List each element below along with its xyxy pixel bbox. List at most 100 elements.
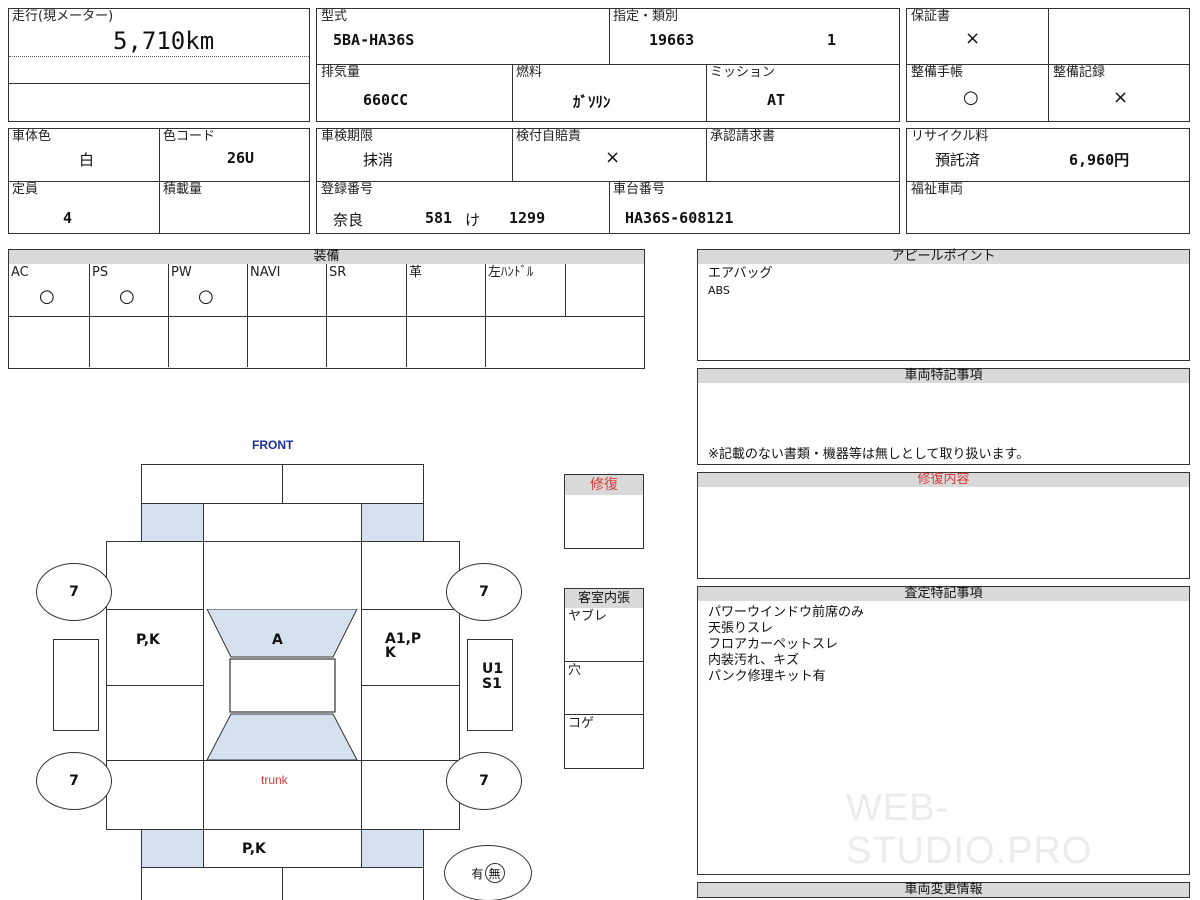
registration-kana: け xyxy=(465,211,481,229)
maint-book-label: 整備手帳 xyxy=(911,65,964,80)
equipment-table: AC ○ PS ○ PW ○ NAVI SR 革 左ﾊﾝﾄﾞﾙ xyxy=(8,264,645,369)
assessment-line-1: パワーウインドウ前席のみ xyxy=(708,605,865,620)
vehicle-notes-text: ※記載のない書類・機器等は無しとして取り扱います。 xyxy=(708,447,1030,462)
color-code-label: 色コード xyxy=(163,129,216,144)
tire-rear-left: 7 xyxy=(36,752,112,810)
fuel-value: ｶﾞｿﾘﾝ xyxy=(573,93,611,111)
equip-sr-label: SR xyxy=(329,265,347,280)
body-color-value: 白 xyxy=(79,151,95,169)
chassis-value: HA36S-608121 xyxy=(625,209,734,227)
repair-details-header: 修復内容 xyxy=(697,472,1190,488)
equip-ac-mark: ○ xyxy=(39,286,55,307)
recycle-amount: 6,960円 xyxy=(1069,151,1130,169)
rear-window xyxy=(206,713,358,761)
roof xyxy=(229,658,336,713)
change-info-header: 車両変更情報 xyxy=(697,882,1190,898)
vehicle-notes-panel: ※記載のない書類・機器等は無しとして取り扱います。 xyxy=(697,383,1190,465)
equipment-header: 装備 xyxy=(8,249,645,265)
maint-record-value: × xyxy=(1113,87,1129,108)
inspection-value: 抹消 xyxy=(363,151,394,169)
tire-front-right: 7 xyxy=(446,563,522,621)
appeal-panel: エアバッグ ABS xyxy=(697,264,1190,361)
displacement-value: 660CC xyxy=(363,91,409,109)
capacity-value: 4 xyxy=(63,209,73,227)
code-right-glass-2: S1 xyxy=(482,676,502,692)
equip-ps-mark: ○ xyxy=(119,286,135,307)
watermark: WEB-STUDIO.PRO xyxy=(846,787,1093,872)
appeal-line-1: エアバッグ xyxy=(708,266,773,281)
equip-pw-mark: ○ xyxy=(198,286,214,307)
load-label: 積載量 xyxy=(163,182,203,197)
interior-row-1: ヤブレ xyxy=(568,609,608,624)
repair-box xyxy=(564,495,644,549)
left-side-glass xyxy=(53,639,99,731)
code-left-door: P,K xyxy=(136,632,160,648)
code-right-door: A1,P K xyxy=(385,631,422,661)
appeal-header: アピールポイント xyxy=(697,249,1190,265)
inspection-label: 車検期限 xyxy=(321,129,374,144)
equip-ps-label: PS xyxy=(92,265,109,280)
hood xyxy=(203,503,362,542)
chassis-label: 車台番号 xyxy=(613,182,666,197)
interior-row-3: コゲ xyxy=(568,716,595,731)
rear-right-light xyxy=(361,829,424,868)
displacement-label: 排気量 xyxy=(321,65,361,80)
designation-label: 指定・類別 xyxy=(613,9,679,24)
interior-table: ヤブレ 穴 コゲ xyxy=(564,608,644,769)
interior-row-2: 穴 xyxy=(568,663,582,678)
equip-lhd-label: 左ﾊﾝﾄﾞﾙ xyxy=(488,265,534,280)
inspection-box: 車検期限 抹消 検付自賠責 × 承認請求書 登録番号 奈良 581 け 1299… xyxy=(316,128,900,234)
mileage-value: 5,710km xyxy=(113,27,215,55)
equip-leather-label: 革 xyxy=(409,265,423,280)
color-box: 車体色 白 色コード 26U 定員 4 積載量 xyxy=(8,128,310,234)
tire-rear-right: 7 xyxy=(446,752,522,810)
approval-label: 承認請求書 xyxy=(710,129,776,144)
assessment-panel: パワーウインドウ前席のみ 天張りスレ フロアカーペットスレ 内装汚れ、キズ パン… xyxy=(697,601,1190,875)
equip-pw-label: PW xyxy=(171,265,192,280)
mileage-label: 走行(現メーター) xyxy=(12,9,114,24)
repair-details-panel xyxy=(697,487,1190,579)
registration-class: 581 xyxy=(425,209,453,227)
model-box: 型式 5BA-HA36S 指定・類別 19663 1 排気量 660CC 燃料 … xyxy=(316,8,900,122)
assessment-header: 査定特記事項 xyxy=(697,586,1190,602)
tire-front-left: 7 xyxy=(36,563,112,621)
code-right-glass-1: U1 xyxy=(482,661,504,677)
front-bumper xyxy=(141,464,424,504)
front-label: FRONT xyxy=(252,438,294,452)
registration-area: 奈良 xyxy=(333,211,364,229)
maint-book-value: ○ xyxy=(963,87,979,108)
rear-left-light xyxy=(141,829,204,868)
recycle-box: リサイクル料 預託済 6,960円 福祉車両 xyxy=(906,128,1190,234)
presence-yes: 有 xyxy=(471,866,484,881)
rear-bumper xyxy=(141,867,424,900)
capacity-label: 定員 xyxy=(12,182,39,197)
registration-label: 登録番号 xyxy=(321,182,374,197)
model-label: 型式 xyxy=(321,9,348,24)
front-right-light xyxy=(361,503,424,542)
front-left-light xyxy=(141,503,204,542)
designation-value-2: 1 xyxy=(827,31,837,49)
designation-value-1: 19663 xyxy=(649,31,695,49)
trunk-label: trunk xyxy=(261,773,288,787)
mileage-box: 走行(現メーター) 5,710km xyxy=(8,8,310,122)
assessment-line-4: 内装汚れ、キズ xyxy=(708,653,800,668)
body-color-label: 車体色 xyxy=(12,129,52,144)
transmission-value: AT xyxy=(767,91,786,109)
code-rear: P,K xyxy=(242,841,266,857)
presence-indicator: 有 無 xyxy=(444,845,532,900)
documents-box: 保証書 × 整備手帳 ○ 整備記録 × xyxy=(906,8,1190,122)
transmission-label: ミッション xyxy=(710,65,776,80)
insurance-value: × xyxy=(605,147,621,168)
rear-gate xyxy=(203,829,362,868)
maint-record-label: 整備記録 xyxy=(1053,65,1106,80)
recycle-label: リサイクル料 xyxy=(911,129,989,144)
assessment-line-3: フロアカーペットスレ xyxy=(708,637,839,652)
welfare-label: 福祉車両 xyxy=(911,182,964,197)
presence-no: 無 xyxy=(484,863,505,883)
assessment-line-5: パンク修理キット有 xyxy=(708,669,826,684)
equip-navi-label: NAVI xyxy=(250,265,281,280)
appeal-line-2: ABS xyxy=(708,284,730,297)
model-value: 5BA-HA36S xyxy=(333,31,415,49)
equip-ac-label: AC xyxy=(11,265,29,280)
interior-header: 客室内張 xyxy=(564,588,644,609)
